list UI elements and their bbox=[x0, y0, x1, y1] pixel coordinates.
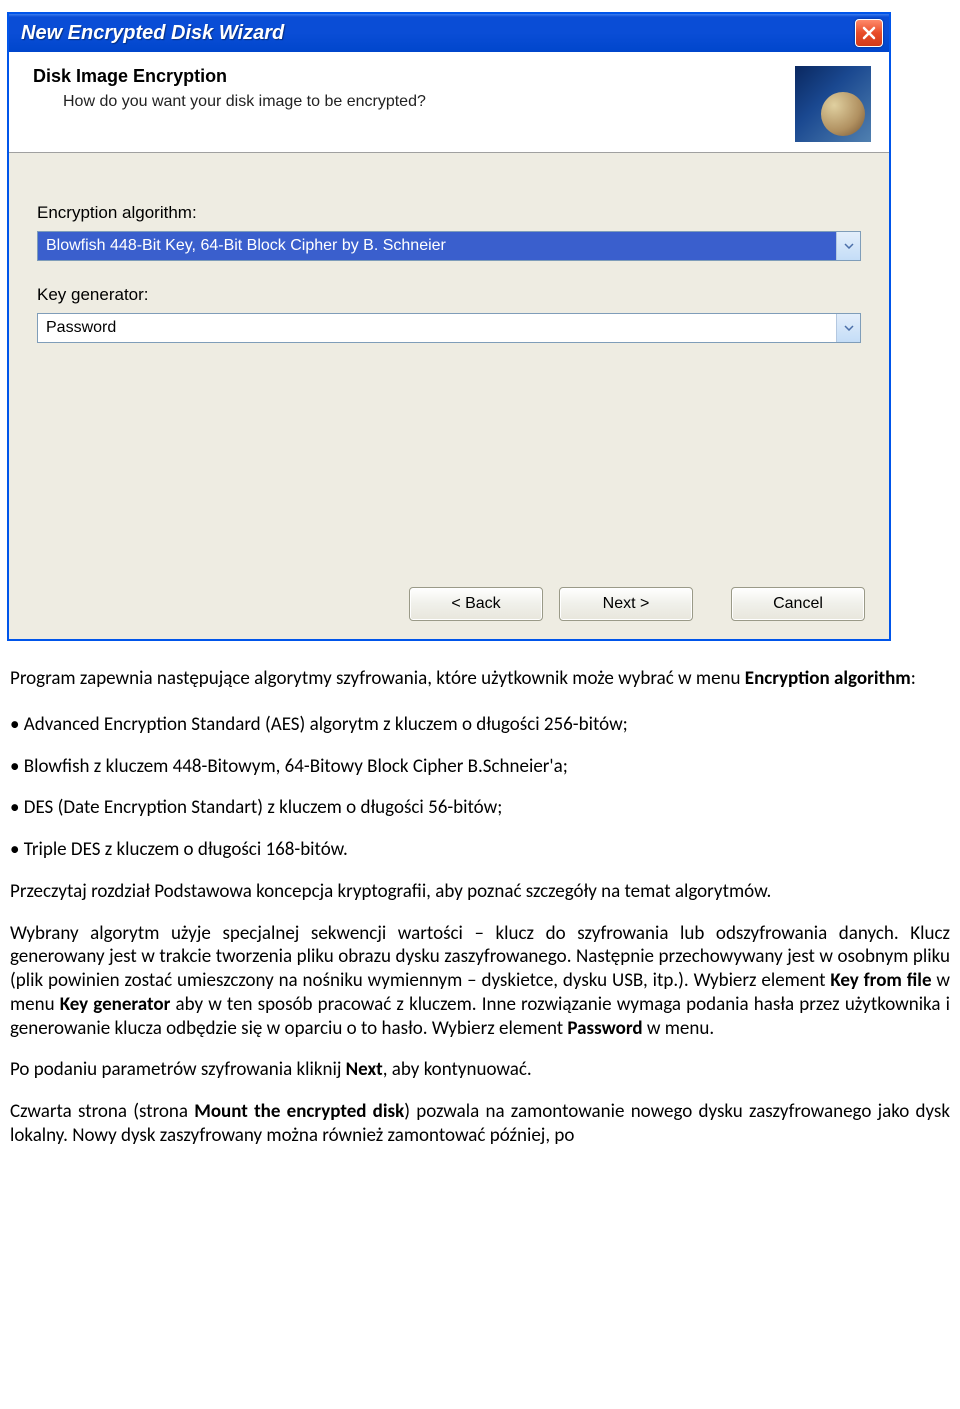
text: w menu. bbox=[643, 1017, 715, 1040]
page-title: Disk Image Encryption bbox=[33, 66, 795, 87]
close-button[interactable] bbox=[855, 19, 883, 47]
doc-paragraph: Przeczytaj rozdział Podstawowa koncepcja… bbox=[10, 880, 950, 904]
keygen-selected-value: Password bbox=[38, 314, 836, 342]
text: Po podaniu parametrów szyfrowania klikni… bbox=[10, 1058, 346, 1081]
header-text-block: Disk Image Encryption How do you want yo… bbox=[33, 66, 795, 142]
algorithm-dropdown[interactable]: Blowfish 448-Bit Key, 64-Bit Block Ciphe… bbox=[37, 231, 861, 261]
chevron-down-icon bbox=[844, 243, 854, 249]
page-subtitle: How do you want your disk image to be en… bbox=[63, 93, 795, 111]
window-title: New Encrypted Disk Wizard bbox=[21, 22, 284, 45]
text-bold: Mount the encrypted disk bbox=[194, 1100, 404, 1123]
text-bold: Password bbox=[567, 1017, 642, 1040]
wizard-window: New Encrypted Disk Wizard Disk Image Enc… bbox=[7, 12, 891, 641]
back-button[interactable]: < Back bbox=[409, 587, 543, 621]
keygen-dropdown-arrow[interactable] bbox=[836, 314, 860, 342]
list-item: Triple DES z kluczem o długości 168-bitó… bbox=[10, 838, 950, 862]
bullet-list: Advanced Encryption Standard (AES) algor… bbox=[10, 713, 950, 862]
list-item: Blowfish z kluczem 448-Bitowym, 64-Bitow… bbox=[10, 755, 950, 779]
keygen-dropdown[interactable]: Password bbox=[37, 313, 861, 343]
next-button[interactable]: Next > bbox=[559, 587, 693, 621]
text: Czwarta strona (strona bbox=[10, 1100, 194, 1123]
titlebar: New Encrypted Disk Wizard bbox=[9, 14, 889, 52]
list-item: Advanced Encryption Standard (AES) algor… bbox=[10, 713, 950, 737]
text-bold: Key generator bbox=[60, 993, 171, 1016]
doc-paragraph: Po podaniu parametrów szyfrowania klikni… bbox=[10, 1058, 950, 1082]
wizard-header: Disk Image Encryption How do you want yo… bbox=[9, 52, 889, 153]
chevron-down-icon bbox=[844, 325, 854, 331]
text: : bbox=[911, 667, 916, 690]
text: Wybrany algorytm użyje specjalnej sekwen… bbox=[10, 922, 950, 993]
algorithm-selected-value: Blowfish 448-Bit Key, 64-Bit Block Ciphe… bbox=[38, 232, 836, 260]
text-bold: Next bbox=[346, 1058, 383, 1081]
algorithm-dropdown-arrow[interactable] bbox=[836, 232, 860, 260]
wizard-button-row: < Back Next > Cancel bbox=[9, 573, 889, 639]
keygen-label: Key generator: bbox=[37, 285, 861, 305]
text-bold: Encryption algorithm bbox=[745, 667, 911, 690]
doc-paragraph: Czwarta strona (strona Mount the encrypt… bbox=[10, 1100, 950, 1148]
wizard-icon bbox=[795, 66, 871, 142]
algorithm-label: Encryption algorithm: bbox=[37, 203, 861, 223]
close-icon bbox=[861, 25, 877, 41]
cancel-button[interactable]: Cancel bbox=[731, 587, 865, 621]
doc-intro: Program zapewnia następujące algorytmy s… bbox=[10, 667, 950, 691]
text-bold: Key from file bbox=[830, 969, 931, 992]
list-item: DES (Date Encryption Standart) z kluczem… bbox=[10, 796, 950, 820]
text: Program zapewnia następujące algorytmy s… bbox=[10, 667, 745, 690]
document-body: Program zapewnia następujące algorytmy s… bbox=[0, 641, 960, 1148]
text: , aby kontynuować. bbox=[383, 1058, 532, 1081]
wizard-content: Encryption algorithm: Blowfish 448-Bit K… bbox=[9, 153, 889, 573]
doc-paragraph: Wybrany algorytm użyje specjalnej sekwen… bbox=[10, 922, 950, 1041]
